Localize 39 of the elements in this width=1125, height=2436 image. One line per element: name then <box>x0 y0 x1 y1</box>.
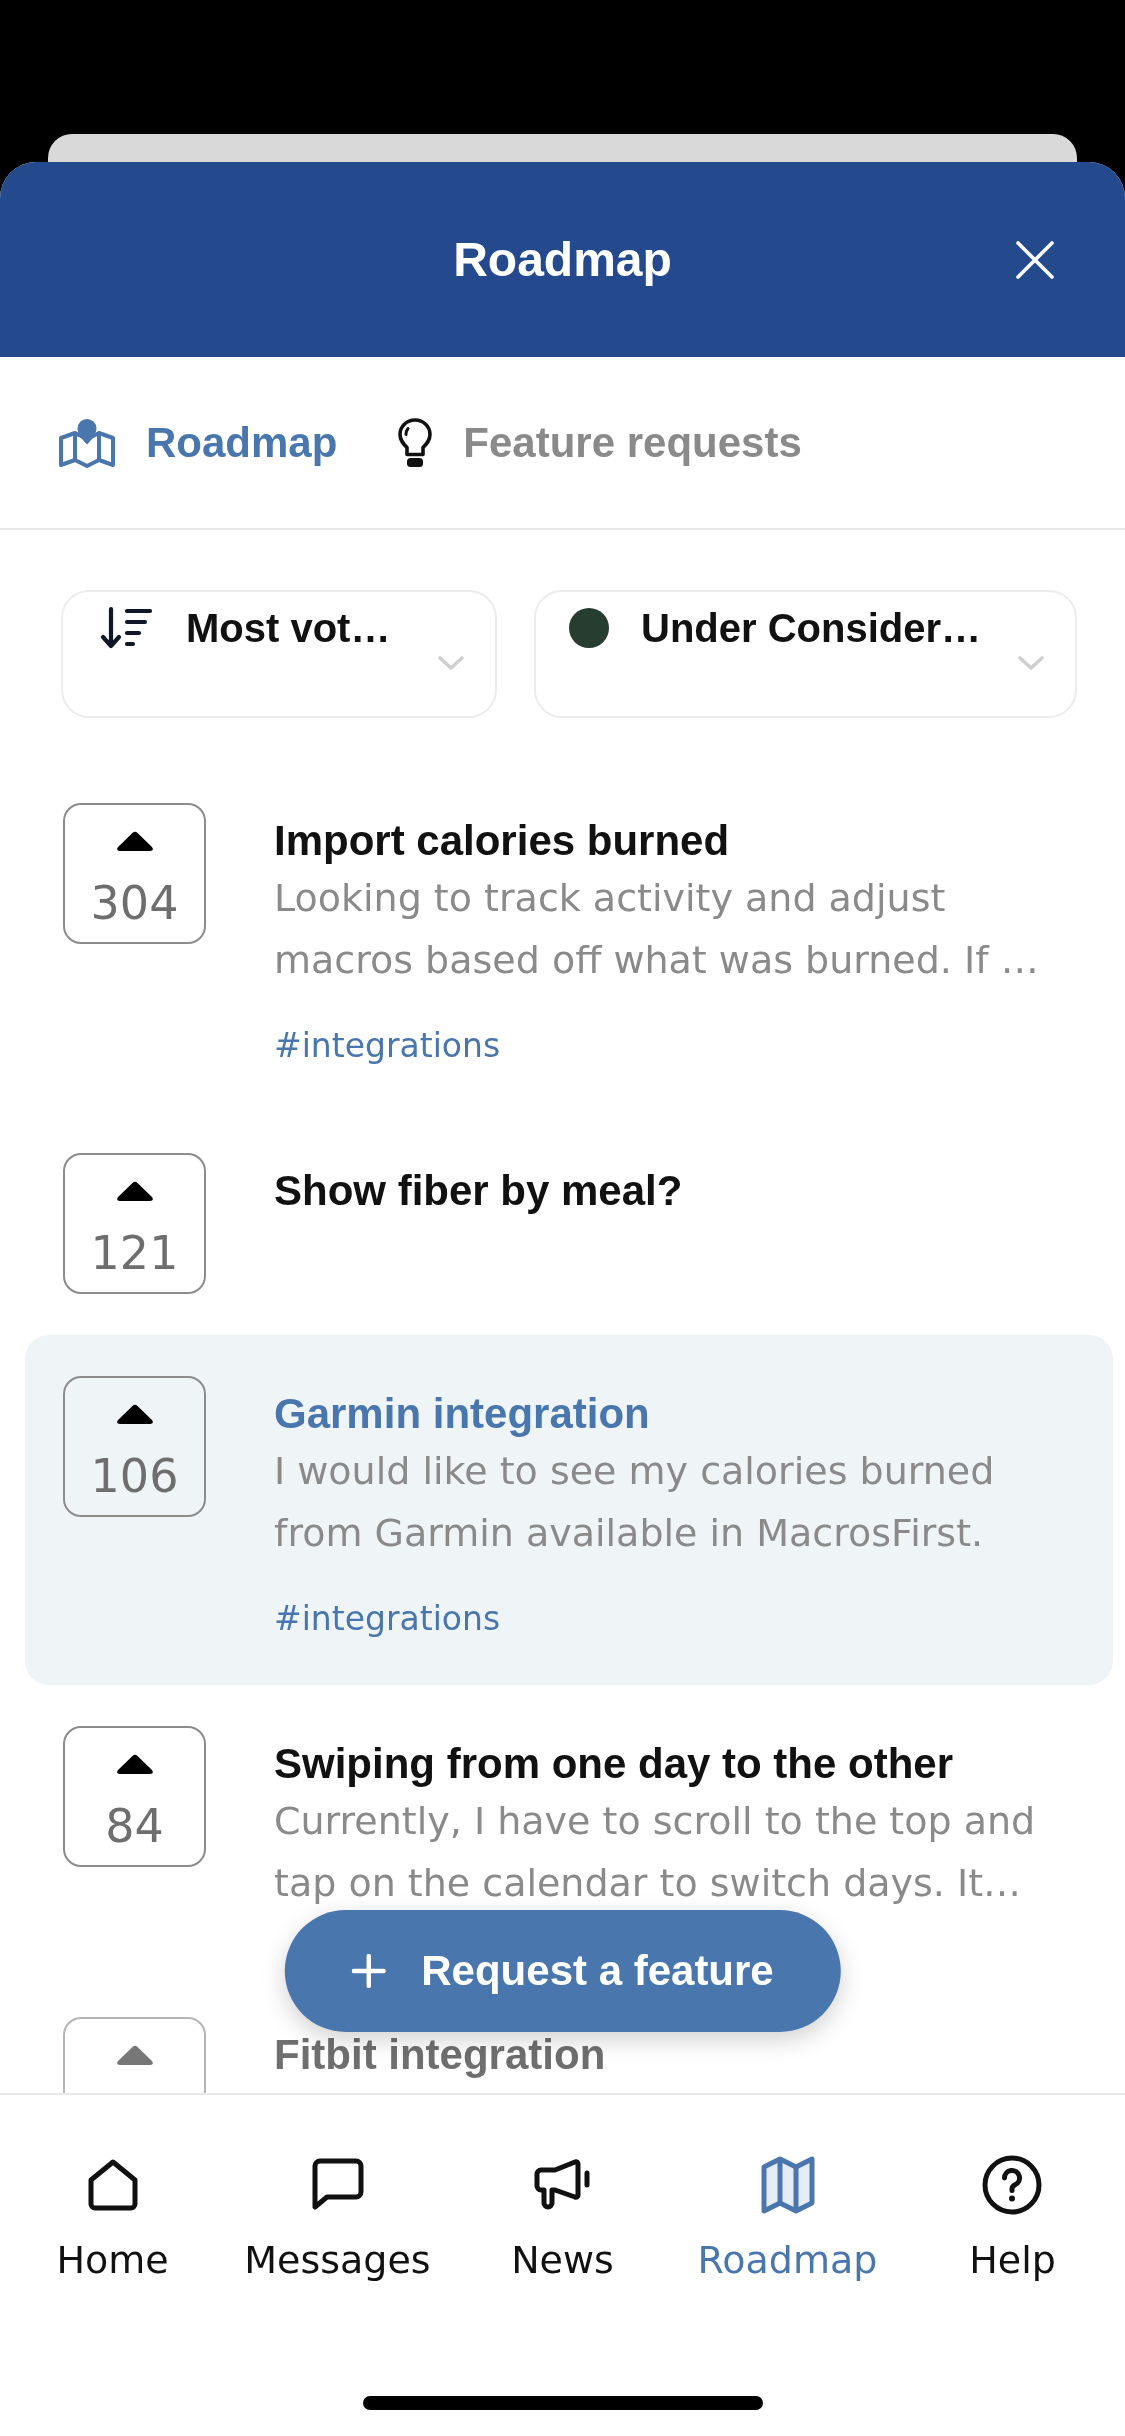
request-title[interactable]: Fitbit integration <box>274 2029 1075 2081</box>
close-button[interactable] <box>1015 239 1055 280</box>
nav-item[interactable]: Messages <box>244 2153 431 2285</box>
request-title[interactable]: Show fiber by meal? <box>274 1165 1075 1217</box>
request-card[interactable]: 106 Garmin integration I would like to see my calories burned from Garmin available in MacrosFirst. #integrations <box>25 1335 1113 1685</box>
up-triangle-icon <box>115 831 154 851</box>
lightbulb-icon <box>397 416 434 469</box>
tab[interactable]: Roadmap <box>58 416 338 469</box>
up-triangle-icon <box>115 2045 154 2065</box>
tab[interactable]: Feature requests <box>397 416 802 469</box>
request-title[interactable]: Import calories burned <box>274 815 1075 867</box>
request-title[interactable]: Swiping from one day to the other <box>274 1738 1075 1790</box>
plus-icon <box>351 1954 386 1988</box>
request-description: I would like to see my calories burned from Garmin available in MacrosFirst. <box>274 1448 996 1557</box>
upvote-button[interactable]: 304 <box>63 803 206 944</box>
status-dropdown[interactable]: Under Consider… <box>534 590 1077 718</box>
upvote-button[interactable]: 106 <box>63 1376 206 1517</box>
nav-item[interactable]: Roadmap <box>697 2153 878 2285</box>
request-description: Currently, I have to scroll to the top and tap on the calendar to switch days. It… <box>274 1798 1037 1907</box>
request-feature-button[interactable]: Request a feature <box>284 1910 841 2032</box>
up-triangle-icon <box>115 1181 154 1201</box>
hashtag-link[interactable]: #integrations <box>274 1021 501 1071</box>
hashtag-link[interactable]: #integrations <box>274 1594 501 1644</box>
chevron-down-icon <box>1017 655 1045 671</box>
header-title: Roadmap <box>453 231 672 288</box>
nav-item[interactable]: Help <box>969 2153 1056 2285</box>
upvote-button[interactable]: 84 <box>63 1726 206 1867</box>
nav-item[interactable]: Home <box>56 2153 169 2285</box>
sort-dropdown[interactable]: Most vot… <box>61 590 497 718</box>
request-description: Looking to track activity and adjust macros based off what was burned. If … <box>274 875 1040 984</box>
nav-item[interactable]: News <box>511 2153 614 2285</box>
upvote-button[interactable]: 121 <box>63 1153 206 1294</box>
up-triangle-icon <box>115 1754 154 1774</box>
up-triangle-icon <box>115 1404 154 1424</box>
chevron-down-icon <box>437 655 465 671</box>
request-title[interactable]: Garmin integration <box>274 1388 1075 1440</box>
close-icon <box>1015 239 1055 280</box>
sort-icon <box>100 606 154 650</box>
map-pin-icon <box>58 417 116 468</box>
